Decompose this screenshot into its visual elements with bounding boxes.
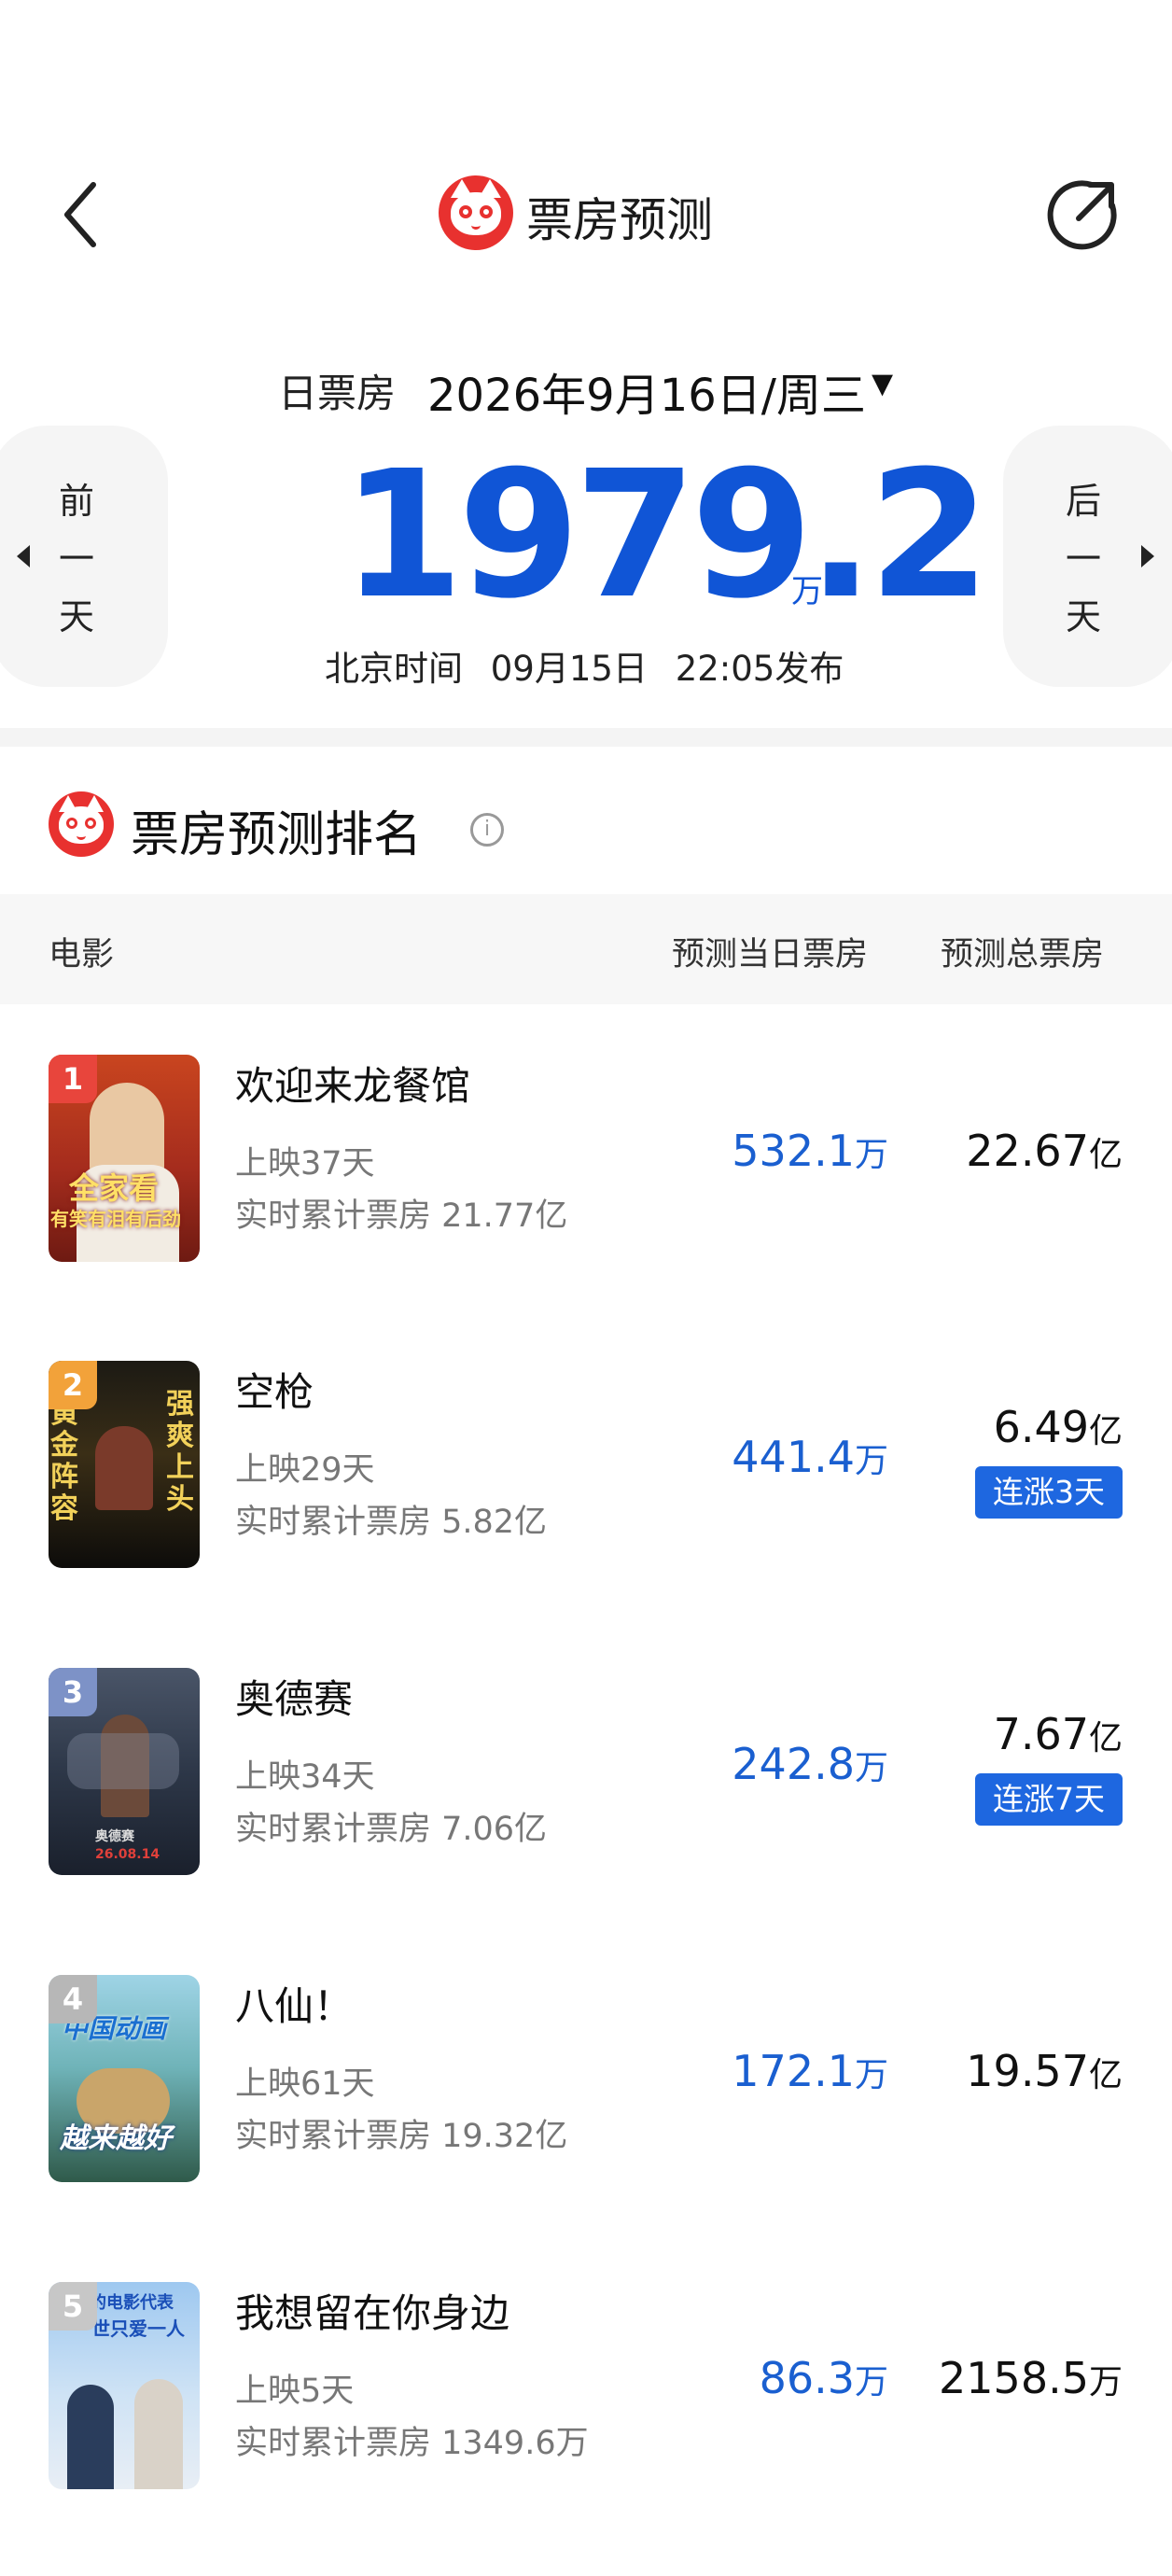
movie-poster: 神的电影代表 一世只爱一人 5 <box>49 2282 200 2489</box>
predicted-total-unit: 万 <box>791 573 823 610</box>
back-arrow-icon[interactable] <box>58 177 105 252</box>
next-day-char-3: 天 <box>1065 596 1101 637</box>
streak-badge: 连涨3天 <box>975 1466 1123 1519</box>
days-in-theater: 上映5天 <box>235 2373 355 2410</box>
prev-day-char-1: 前 <box>58 481 94 522</box>
col-daily-header: 预测当日票房 <box>672 936 869 973</box>
col-total-header: 预测总票房 <box>941 936 1105 973</box>
realtime-box-office: 实时累计票房 21.77亿 <box>235 1197 568 1235</box>
prev-day-button[interactable]: 前 一 天 <box>0 426 168 687</box>
predicted-total-value: 1979.2 <box>342 433 990 637</box>
ranking-logo-icon <box>49 791 114 857</box>
col-movie-header: 电影 <box>49 936 115 973</box>
info-icon[interactable]: i <box>470 813 504 847</box>
movie-title: 八仙！ <box>235 1983 354 2029</box>
realtime-box-office: 实时累计票房 7.06亿 <box>235 1811 548 1848</box>
time-zone-label: 北京时间 <box>325 649 463 689</box>
movie-poster: 全家看 有笑有泪有后劲 1 <box>49 1055 200 1262</box>
time-date: 09月15日 <box>490 649 648 689</box>
table-header: 电影 预测当日票房 预测总票房 <box>0 894 1172 1004</box>
days-in-theater: 上映61天 <box>235 2065 375 2103</box>
predicted-total: 6.49亿 <box>993 1402 1123 1452</box>
table-row[interactable]: 神的电影代表 一世只爱一人 5 我想留在你身边 上映5天 实时累计票房 1349… <box>0 2254 1172 2534</box>
days-in-theater: 上映37天 <box>235 1145 375 1183</box>
rank-badge: 2 <box>49 1361 97 1409</box>
table-row[interactable]: 奥德赛 26.08.14 3 奥德赛 上映34天 实时累计票房 7.06亿 24… <box>0 1640 1172 1920</box>
caret-left-icon <box>17 545 30 567</box>
next-day-char-2: 一 <box>1065 539 1101 580</box>
publish-time: 北京时间 09月15日 22:05发布 <box>325 640 844 689</box>
days-in-theater: 上映29天 <box>235 1451 375 1489</box>
date-type-label: 日票房 <box>278 371 397 416</box>
date-value: 2026年9月16日/周三 <box>427 370 866 422</box>
movie-poster: 黄金阵容 强爽上头 2 <box>49 1361 200 1568</box>
days-in-theater: 上映34天 <box>235 1758 375 1796</box>
ranking-title: 票房预测排名 <box>131 807 423 863</box>
realtime-box-office: 实时累计票房 5.82亿 <box>235 1504 548 1541</box>
movie-title: 空枪 <box>235 1369 314 1415</box>
predicted-total: 19.57亿 <box>966 2046 1123 2096</box>
poster-text: 黄金阵容 <box>50 1397 78 1525</box>
next-day-char-1: 后 <box>1065 481 1101 522</box>
caret-right-icon <box>1141 545 1154 567</box>
rank-badge: 4 <box>49 1975 97 2023</box>
rank-badge: 5 <box>49 2282 97 2331</box>
page-title: 票房预测 <box>526 193 713 247</box>
movie-poster: 奥德赛 26.08.14 3 <box>49 1668 200 1875</box>
header-bar: 票房预测 <box>0 159 1172 271</box>
poster-text: 强爽上头 <box>166 1388 194 1516</box>
movie-title: 奥德赛 <box>235 1676 354 1722</box>
predicted-total: 7.67亿 <box>993 1709 1123 1759</box>
realtime-box-office: 实时累计票房 1349.6万 <box>235 2425 589 2462</box>
share-icon[interactable] <box>1043 175 1122 254</box>
streak-badge: 连涨7天 <box>975 1773 1123 1826</box>
table-row[interactable]: 黄金阵容 强爽上头 2 空枪 上映29天 实时累计票房 5.82亿 441.4万… <box>0 1333 1172 1613</box>
movie-title: 我想留在你身边 <box>235 2290 510 2336</box>
predicted-total: 22.67亿 <box>966 1126 1123 1176</box>
realtime-box-office: 实时累计票房 19.32亿 <box>235 2118 568 2155</box>
prev-day-char-3: 天 <box>58 596 94 637</box>
date-selector[interactable]: 日票房 2026年9月16日/周三 ▾ <box>278 357 913 422</box>
movie-poster: 中国动画 越来越好 4 <box>49 1975 200 2182</box>
predicted-total: 2158.5万 <box>939 2353 1123 2403</box>
poster-text: 奥德赛 <box>95 1829 134 1844</box>
movie-title: 欢迎来龙餐馆 <box>235 1063 471 1109</box>
next-day-button[interactable]: 后 一 天 <box>1003 426 1172 687</box>
rank-badge: 1 <box>49 1055 97 1103</box>
section-divider <box>0 728 1172 747</box>
poster-text: 26.08.14 <box>95 1847 160 1862</box>
table-row[interactable]: 全家看 有笑有泪有后劲 1 欢迎来龙餐馆 上映37天 实时累计票房 21.77亿… <box>0 1027 1172 1307</box>
time-clock: 22:05发布 <box>675 649 844 689</box>
prev-day-char-2: 一 <box>58 539 94 580</box>
poster-text: 越来越好 <box>60 2122 172 2155</box>
rank-badge: 3 <box>49 1668 97 1716</box>
brand-logo-icon <box>439 175 513 250</box>
chevron-down-icon: ▾ <box>872 357 894 407</box>
poster-text: 全家看 <box>69 1170 160 1206</box>
poster-text: 有笑有泪有后劲 <box>50 1208 181 1230</box>
table-row[interactable]: 中国动画 越来越好 4 八仙！ 上映61天 实时累计票房 19.32亿 172.… <box>0 1947 1172 2227</box>
